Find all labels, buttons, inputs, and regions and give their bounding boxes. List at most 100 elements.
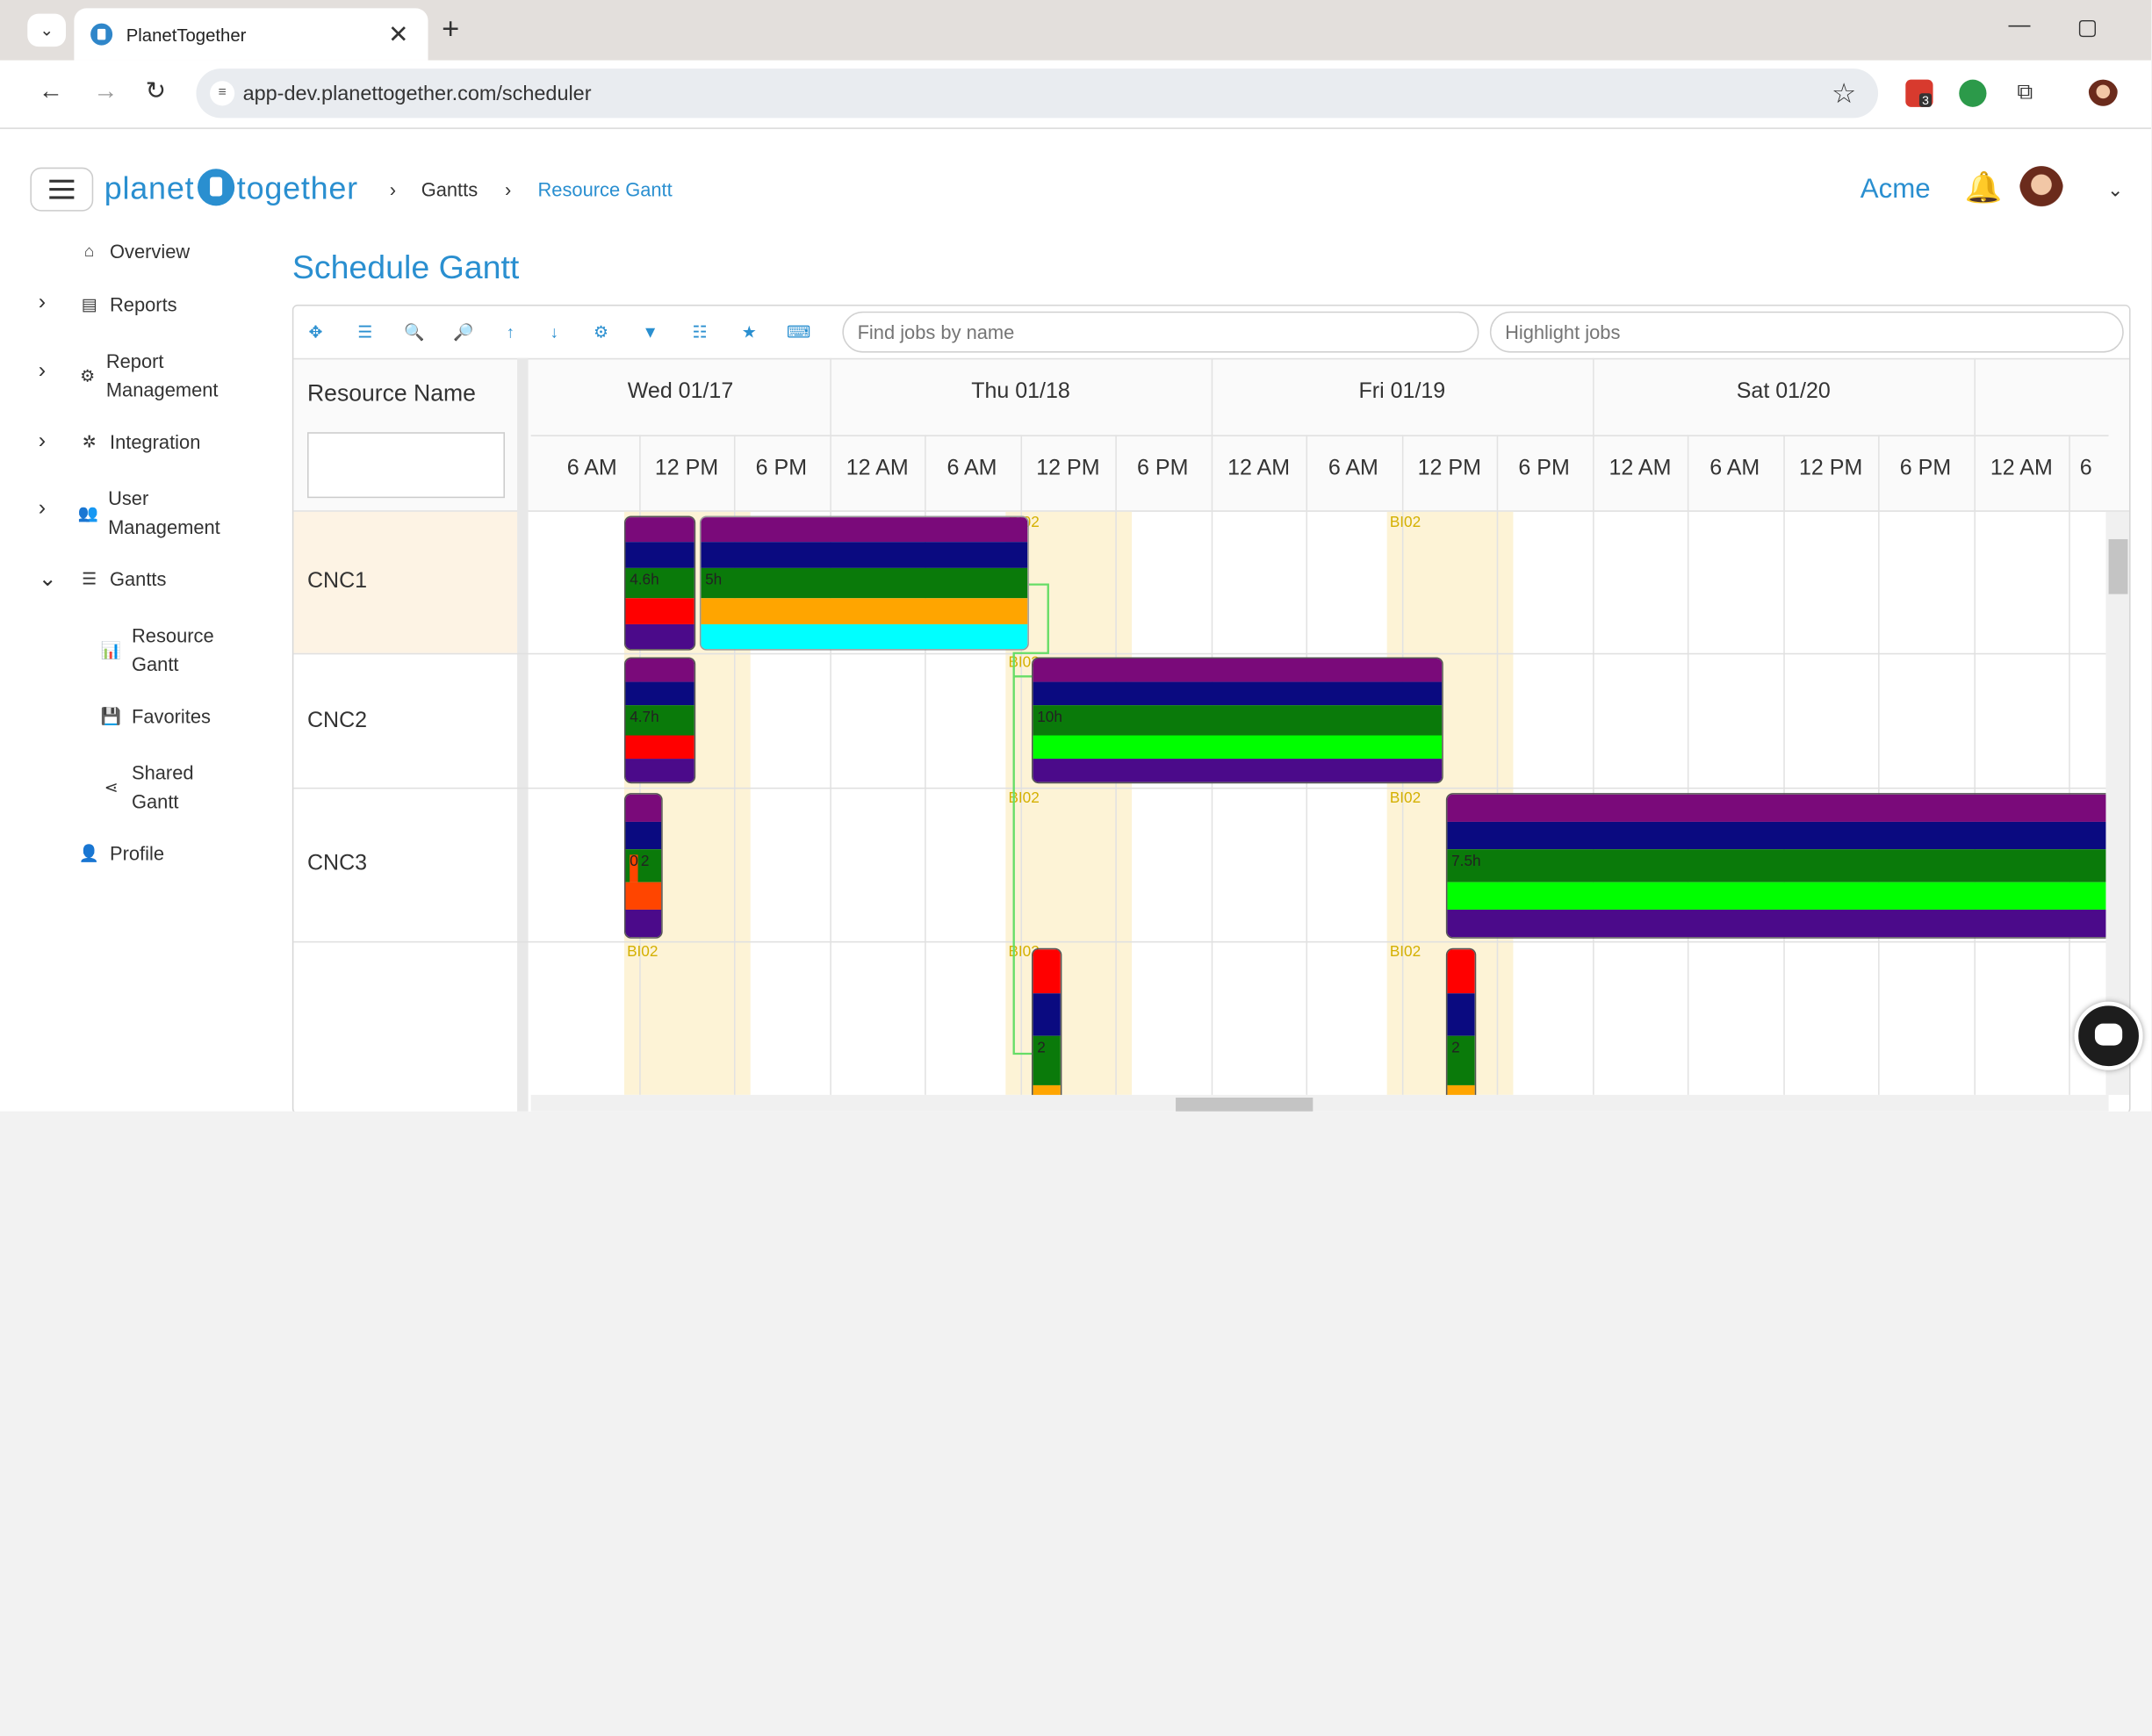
horizontal-scroll-thumb[interactable] bbox=[1176, 1098, 1314, 1112]
url-bar[interactable]: ≡ app-dev.planettogether.com/scheduler ☆ bbox=[196, 68, 1879, 119]
shift-label: BI02 bbox=[1389, 514, 1421, 531]
back-icon[interactable]: ← bbox=[39, 77, 63, 106]
forward-icon[interactable]: → bbox=[93, 77, 118, 106]
filter-icon[interactable]: ▼ bbox=[635, 319, 665, 346]
gantt-operation-block[interactable]: 7.5h bbox=[1445, 793, 2119, 939]
move-icon[interactable]: ✥ bbox=[300, 319, 330, 346]
row-divider bbox=[293, 652, 2107, 655]
notification-bell-icon[interactable]: 🔔 bbox=[1965, 170, 2003, 206]
chevron-right-icon[interactable]: › bbox=[39, 291, 46, 315]
bookmark-star-icon[interactable]: ☆ bbox=[1832, 77, 1856, 112]
row-divider bbox=[293, 787, 2107, 789]
gantt-operation-block[interactable]: 5h bbox=[699, 515, 1029, 651]
grid-line bbox=[1878, 435, 1880, 1095]
chevron-down-icon[interactable]: ⌄ bbox=[39, 565, 57, 593]
minimize-icon[interactable]: — bbox=[2009, 14, 2031, 39]
chevron-right-icon[interactable]: › bbox=[39, 497, 46, 522]
extension-green-icon[interactable] bbox=[1959, 79, 1987, 107]
resource-row-cnc3[interactable]: CNC3 bbox=[307, 852, 367, 876]
bar-chart-icon: 📊 bbox=[100, 640, 122, 660]
hour-label: 12 AM bbox=[1609, 457, 1672, 480]
gantt-operation-block[interactable]: 10h bbox=[1032, 657, 1443, 784]
resource-filter-input[interactable] bbox=[307, 432, 505, 499]
chevron-right-icon[interactable]: › bbox=[39, 359, 46, 384]
users-icon: 👥 bbox=[77, 503, 99, 523]
chevron-down-icon[interactable]: ⌄ bbox=[2107, 178, 2123, 202]
checklist-icon[interactable]: ☷ bbox=[685, 319, 715, 346]
browser-profile-avatar[interactable] bbox=[2088, 79, 2119, 110]
hour-label: 12 PM bbox=[1036, 457, 1100, 480]
hour-label: 12 PM bbox=[1417, 457, 1481, 480]
sidebar-item-favorites[interactable]: 💾 Favorites bbox=[99, 705, 211, 727]
maximize-icon[interactable]: ▢ bbox=[2077, 14, 2098, 41]
gantt-operation-block[interactable]: 4.6h bbox=[623, 515, 696, 651]
sidebar-item-user-management[interactable]: 👥 User Management bbox=[77, 485, 256, 543]
sidebar-item-label: Profile bbox=[110, 842, 165, 865]
hour-label: 12 PM bbox=[1799, 457, 1863, 480]
splitter-handle[interactable] bbox=[517, 357, 529, 1112]
url-text: app-dev.planettogether.com/scheduler bbox=[242, 81, 592, 105]
resource-row-cnc1[interactable]: CNC1 bbox=[307, 569, 367, 594]
operation-duration: 2 bbox=[640, 853, 650, 870]
browser-tab[interactable]: PlanetTogether ✕ bbox=[74, 8, 428, 61]
sidebar-item-profile[interactable]: 👤 Profile bbox=[77, 842, 165, 865]
keyboard-icon[interactable]: ⌨ bbox=[783, 319, 813, 346]
grid-line bbox=[1593, 435, 1594, 1095]
sidebar-item-integration[interactable]: ✲ Integration bbox=[77, 431, 201, 453]
breadcrumb-gantts[interactable]: Gantts bbox=[421, 178, 478, 200]
resource-row-cnc2[interactable]: CNC2 bbox=[307, 710, 367, 734]
zoom-in-icon[interactable]: 🔍 bbox=[399, 319, 429, 346]
vertical-scroll-thumb[interactable] bbox=[2108, 539, 2128, 594]
gantt-operation-block[interactable]: 02 bbox=[623, 793, 663, 939]
home-icon: ⌂ bbox=[83, 241, 95, 261]
close-tab-icon[interactable]: ✕ bbox=[388, 20, 409, 49]
sidebar-item-shared-gantt[interactable]: ⋖ Shared Gantt bbox=[99, 759, 250, 817]
tab-search-button[interactable]: ⌄ bbox=[27, 13, 66, 47]
sidebar-item-gantts[interactable]: ☰ Gantts bbox=[77, 568, 166, 590]
operation-duration: 10h bbox=[1033, 705, 1443, 735]
highlight-jobs-input[interactable] bbox=[1489, 311, 2124, 353]
hour-label: 6 AM bbox=[566, 457, 617, 480]
address-bar-row: ← → ↻ ≡ app-dev.planettogether.com/sched… bbox=[0, 60, 2151, 129]
grid-line bbox=[2069, 435, 2070, 1095]
grid-line bbox=[1496, 435, 1499, 1095]
list-icon[interactable]: ☰ bbox=[349, 319, 379, 346]
resource-name-header[interactable]: Resource Name bbox=[307, 380, 476, 407]
star-icon[interactable]: ★ bbox=[734, 319, 764, 346]
new-tab-button[interactable]: + bbox=[442, 11, 459, 47]
user-avatar[interactable] bbox=[2019, 166, 2063, 213]
extension-red-icon[interactable]: 3 bbox=[1905, 79, 1933, 107]
arrow-down-icon[interactable]: ↓ bbox=[539, 319, 569, 346]
shift-label: BI02 bbox=[1389, 944, 1421, 961]
share-icon: ⋖ bbox=[104, 777, 119, 797]
hour-label: 12 AM bbox=[1990, 457, 2053, 480]
sidebar-item-resource-gantt[interactable]: 📊 Resource Gantt bbox=[99, 622, 250, 680]
breadcrumb-resource-gantt[interactable]: Resource Gantt bbox=[538, 178, 673, 200]
sidebar-item-overview[interactable]: ⌂ Overview bbox=[77, 240, 190, 262]
day-header: Wed 01/17 bbox=[627, 379, 734, 404]
settings-icon[interactable]: ⚙ bbox=[586, 319, 615, 346]
menu-toggle-button[interactable] bbox=[30, 167, 94, 212]
extensions-puzzle-icon[interactable]: ⧉ bbox=[2012, 80, 2039, 107]
chevron-right-icon[interactable]: › bbox=[39, 429, 46, 454]
person-icon: 👤 bbox=[78, 843, 100, 863]
gantt-operation-block[interactable]: 4.7h bbox=[623, 657, 696, 784]
reload-icon[interactable]: ↻ bbox=[146, 77, 167, 106]
arrow-up-icon[interactable]: ↑ bbox=[495, 319, 525, 346]
operation-duration: 2 bbox=[1447, 1035, 1475, 1085]
sidebar-item-report-management[interactable]: ⚙ Report Management bbox=[77, 347, 256, 405]
find-jobs-input[interactable] bbox=[842, 311, 1479, 353]
hour-label: 6 PM bbox=[755, 457, 808, 480]
gantt-operation-block[interactable]: 2 bbox=[1032, 947, 1062, 1099]
screen: ⌄ PlanetTogether ✕ + — ▢ ← → ↻ ≡ app-dev… bbox=[0, 0, 2152, 1736]
day-header: Fri 01/19 bbox=[1358, 379, 1446, 404]
planettogether-logo[interactable]: planet together bbox=[104, 169, 358, 207]
horizontal-scrollbar[interactable] bbox=[530, 1094, 2109, 1112]
chat-widget-icon[interactable] bbox=[2074, 1001, 2143, 1070]
sidebar-item-reports[interactable]: ▤ Reports bbox=[77, 293, 177, 315]
sidebar-item-label: Report Management bbox=[105, 349, 219, 401]
company-name[interactable]: Acme bbox=[1861, 174, 1931, 205]
zoom-out-icon[interactable]: 🔎 bbox=[449, 319, 479, 346]
gantt-operation-block[interactable]: 2 bbox=[1445, 947, 1477, 1099]
site-settings-icon[interactable]: ≡ bbox=[210, 81, 235, 106]
